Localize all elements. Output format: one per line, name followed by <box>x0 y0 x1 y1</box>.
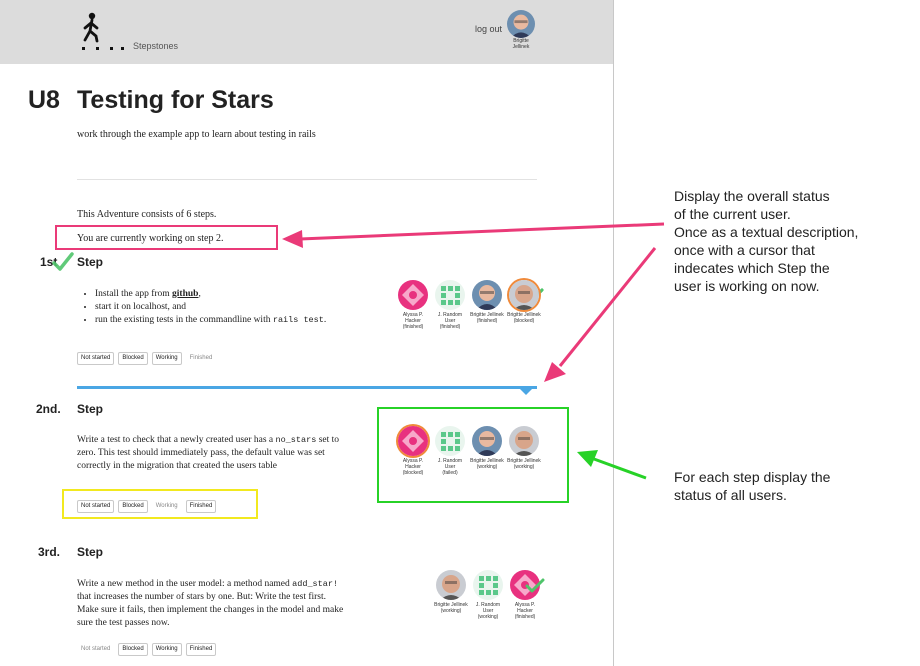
annotation-arrows <box>282 222 665 480</box>
each-step-annotation: For each step display the status of all … <box>674 469 831 503</box>
cursor-arrow-line <box>558 247 657 367</box>
overall-status-annotation: Display the overall status of the curren… <box>674 188 859 294</box>
text-arrow-head-icon <box>282 230 303 248</box>
users-arrow-line <box>593 457 647 480</box>
text-arrow-line <box>299 222 665 241</box>
